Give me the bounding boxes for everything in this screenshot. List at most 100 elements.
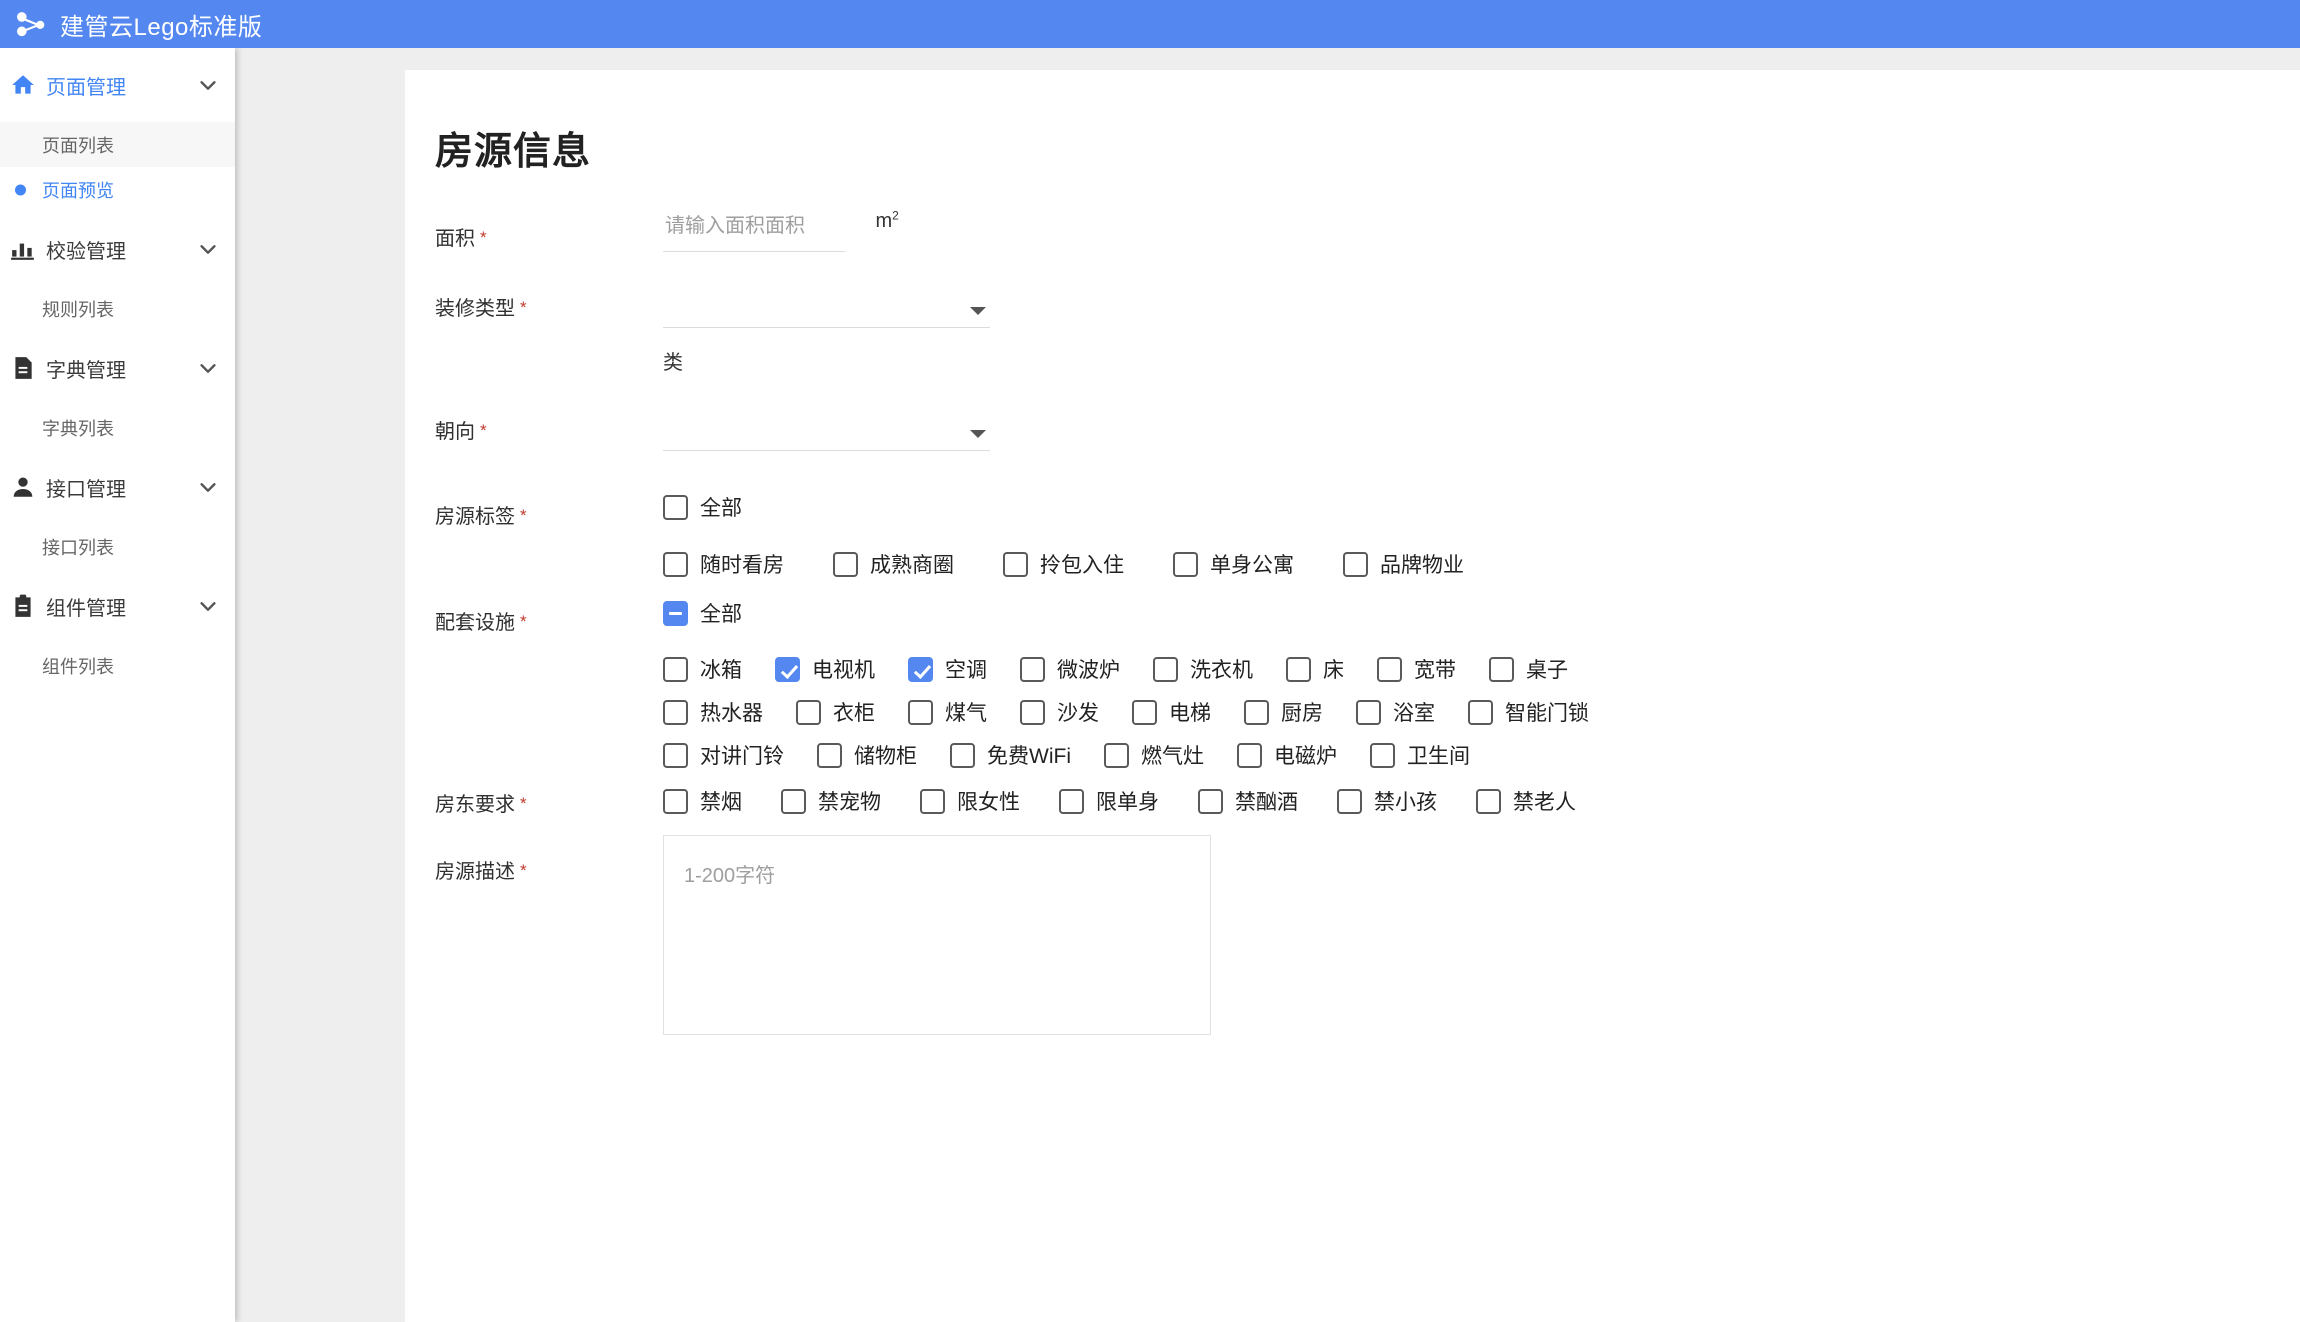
checkbox-box[interactable] (1356, 699, 1381, 725)
checkbox-box[interactable] (1369, 742, 1395, 768)
checkbox-box[interactable] (1489, 656, 1514, 682)
checkbox-box[interactable] (775, 656, 800, 682)
landlord-requirement-option[interactable]: 禁老人 (1476, 786, 1576, 816)
checkbox-box[interactable] (908, 699, 933, 725)
checkbox-box[interactable] (1343, 551, 1368, 577)
checkbox-box[interactable] (1468, 699, 1493, 725)
facility-option[interactable]: 电磁炉 (1236, 740, 1337, 770)
checkbox-box[interactable] (1377, 656, 1402, 682)
facility-option[interactable]: 空调 (908, 654, 987, 684)
checkbox-box[interactable] (1020, 699, 1045, 725)
checkbox-box[interactable] (1236, 742, 1262, 768)
facility-option[interactable]: 免费WiFi (950, 740, 1071, 770)
checkbox-box[interactable] (663, 600, 688, 626)
chevron-down-icon[interactable] (197, 238, 219, 260)
house-tag-option[interactable]: 随时看房 (663, 549, 784, 579)
checkbox-box[interactable] (908, 656, 933, 682)
checkbox-box[interactable] (796, 699, 821, 725)
checkbox-box[interactable] (1337, 788, 1362, 814)
landlord-requirement-option[interactable]: 限女性 (920, 786, 1020, 816)
facility-option[interactable]: 衣柜 (796, 697, 875, 727)
facility-option[interactable]: 沙发 (1020, 697, 1099, 727)
checkbox-box[interactable] (1476, 788, 1501, 814)
checkbox-box[interactable] (1103, 742, 1129, 768)
sidebar-item-component-list[interactable]: 组件列表 (0, 643, 235, 688)
facility-option[interactable]: 热水器 (663, 697, 763, 727)
facility-option[interactable]: 卫生间 (1369, 740, 1470, 770)
landlord-requirement-option[interactable]: 限单身 (1059, 786, 1159, 816)
facility-option[interactable]: 智能门锁 (1468, 697, 1589, 727)
checkbox-box[interactable] (1153, 656, 1178, 682)
sidebar-item-interface-list[interactable]: 接口列表 (0, 524, 235, 569)
checkbox-box[interactable] (1173, 551, 1198, 577)
landlord-requirement-option[interactable]: 禁小孩 (1337, 786, 1437, 816)
checkbox-box[interactable] (1020, 656, 1045, 682)
facility-option[interactable]: 电视机 (775, 654, 875, 684)
checkbox-box[interactable] (663, 742, 688, 768)
facility-option[interactable]: 燃气灶 (1103, 740, 1204, 770)
house-tag-option[interactable]: 单身公寓 (1173, 549, 1294, 579)
orientation-select[interactable] (663, 407, 990, 451)
chevron-down-icon[interactable] (197, 74, 219, 96)
checkbox-box[interactable] (663, 494, 688, 520)
checkbox-box[interactable] (1286, 656, 1311, 682)
checkbox-box[interactable] (1059, 788, 1084, 814)
facilities-select-all[interactable]: 全部 (663, 598, 742, 628)
clipboard-icon (0, 593, 46, 619)
chevron-down-icon[interactable] (197, 357, 219, 379)
sidebar-group-dictionary-management[interactable]: 字典管理 (0, 331, 235, 405)
facility-option[interactable]: 煤气 (908, 697, 987, 727)
checkbox-box[interactable] (663, 551, 688, 577)
checkbox-box[interactable] (1132, 699, 1157, 725)
checkbox-box[interactable] (663, 699, 688, 725)
facility-option[interactable]: 对讲门铃 (663, 740, 784, 770)
checkbox-box[interactable] (781, 788, 806, 814)
sidebar-group-page-management[interactable]: 页面管理 (0, 48, 235, 122)
description-textarea[interactable] (663, 835, 1211, 1035)
sidebar-item-page-preview[interactable]: 页面预览 (0, 167, 235, 212)
facility-option[interactable]: 微波炉 (1020, 654, 1120, 684)
checkbox-box[interactable] (663, 656, 688, 682)
area-input[interactable] (663, 208, 845, 252)
landlord-requirement-option[interactable]: 禁烟 (663, 786, 742, 816)
chevron-down-icon[interactable] (970, 307, 986, 315)
decoration-type-select[interactable] (663, 284, 990, 328)
house-tags-select-all[interactable]: 全部 (663, 492, 742, 522)
field-label-facilities: 配套设施 * (435, 612, 527, 634)
sidebar-group-component-management[interactable]: 组件管理 (0, 569, 235, 643)
facility-option[interactable]: 冰箱 (663, 654, 742, 684)
landlord-requirement-option[interactable]: 禁酗酒 (1198, 786, 1298, 816)
checkbox-box[interactable] (920, 788, 945, 814)
facility-option[interactable]: 桌子 (1489, 654, 1568, 684)
sidebar-group-interface-management[interactable]: 接口管理 (0, 450, 235, 524)
facilities-row-2: 热水器 衣柜 煤气 沙发 电梯 厨房 浴室 智能门锁 (663, 697, 1589, 727)
checkbox-label: 禁烟 (700, 791, 742, 814)
chevron-down-icon[interactable] (197, 595, 219, 617)
checkbox-box[interactable] (1244, 699, 1269, 725)
house-tag-option[interactable]: 品牌物业 (1343, 549, 1464, 579)
checkbox-box[interactable] (1198, 788, 1223, 814)
sidebar-item-rule-list[interactable]: 规则列表 (0, 286, 235, 331)
chevron-down-icon[interactable] (970, 430, 986, 438)
facility-option[interactable]: 床 (1286, 654, 1344, 684)
facility-option[interactable]: 电梯 (1132, 697, 1211, 727)
sidebar-group-label: 接口管理 (46, 478, 126, 501)
sidebar-group-validation-management[interactable]: 校验管理 (0, 212, 235, 286)
house-tag-option[interactable]: 拎包入住 (1003, 549, 1124, 579)
facility-option[interactable]: 洗衣机 (1153, 654, 1253, 684)
chevron-down-icon[interactable] (197, 476, 219, 498)
checkbox-box[interactable] (950, 742, 975, 768)
checkbox-box[interactable] (663, 788, 688, 814)
landlord-requirement-option[interactable]: 禁宠物 (781, 786, 881, 816)
checkbox-label: 电磁炉 (1273, 745, 1337, 768)
sidebar-item-dictionary-list[interactable]: 字典列表 (0, 405, 235, 450)
facility-option[interactable]: 厨房 (1244, 697, 1323, 727)
facility-option[interactable]: 浴室 (1356, 697, 1435, 727)
checkbox-box[interactable] (817, 742, 842, 768)
house-tag-option[interactable]: 成熟商圈 (833, 549, 954, 579)
facility-option[interactable]: 储物柜 (817, 740, 917, 770)
sidebar-item-page-list[interactable]: 页面列表 (0, 122, 235, 167)
facility-option[interactable]: 宽带 (1377, 654, 1456, 684)
checkbox-box[interactable] (833, 551, 858, 577)
checkbox-box[interactable] (1003, 551, 1028, 577)
